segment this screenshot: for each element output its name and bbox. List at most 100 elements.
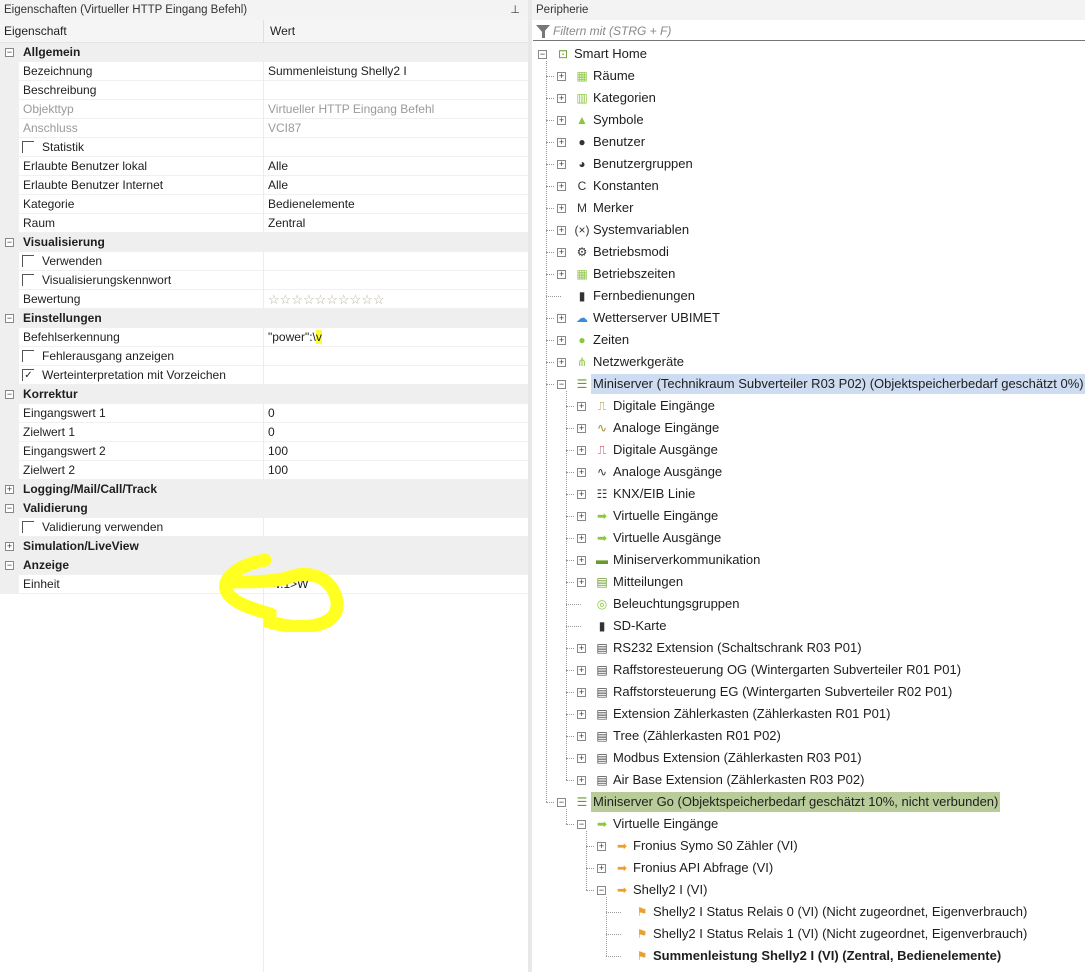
tree-item[interactable]: ▮ SD-Karte [532, 615, 1085, 637]
expand-icon[interactable]: + [577, 534, 586, 543]
property-row[interactable]: ✓ Werteinterpretation mit Vorzeichen [0, 366, 528, 385]
expand-icon[interactable]: + [557, 204, 566, 213]
tree-item[interactable]: − ☰ Miniserver (Technikraum Subverteiler R… [532, 373, 1085, 395]
expand-icon[interactable]: + [597, 842, 606, 851]
property-value[interactable]: Alle [268, 176, 288, 195]
property-row[interactable]: Erlaubte Benutzer Internet Alle [0, 176, 528, 195]
expand-icon[interactable]: + [557, 270, 566, 279]
tree-item[interactable]: + ⎍ Digitale Ausgänge [532, 439, 1085, 461]
tree-item[interactable]: ⚑ Shelly2 I Status Relais 0 (VI) (Nicht z… [532, 901, 1085, 923]
pin-icon[interactable]: ⊥ [510, 0, 520, 20]
tree-item[interactable]: + ∿ Analoge Eingänge [532, 417, 1085, 439]
property-row[interactable]: Eingangswert 2 100 [0, 442, 528, 461]
expand-icon[interactable]: + [557, 226, 566, 235]
rating-stars[interactable]: ☆☆☆☆☆☆☆☆☆☆ [268, 290, 385, 309]
property-value[interactable]: Alle [268, 157, 288, 176]
property-row[interactable]: Verwenden [0, 252, 528, 271]
checkbox[interactable] [22, 141, 34, 153]
expand-icon[interactable]: + [557, 248, 566, 257]
checkbox[interactable]: ✓ [22, 369, 34, 381]
property-row[interactable]: Zielwert 2 100 [0, 461, 528, 480]
expand-icon[interactable]: + [577, 402, 586, 411]
property-value[interactable]: Summenleistung Shelly2 I [268, 62, 407, 81]
collapse-icon[interactable]: − [5, 48, 14, 57]
expand-icon[interactable]: + [557, 336, 566, 345]
expand-icon[interactable]: + [577, 578, 586, 587]
expand-icon[interactable]: + [577, 644, 586, 653]
property-row[interactable]: Anschluss VCI87 [0, 119, 528, 138]
tree-item[interactable]: + ▤ Raffstorsteuerung EG (Wintergarten Sub… [532, 681, 1085, 703]
collapse-icon[interactable]: − [557, 798, 566, 807]
tree-item[interactable]: + ⎍ Digitale Eingänge [532, 395, 1085, 417]
property-value[interactable]: Zentral [268, 214, 305, 233]
expand-icon[interactable]: + [557, 314, 566, 323]
checkbox[interactable] [22, 255, 34, 267]
tree-item[interactable]: + ▥ Kategorien [532, 87, 1085, 109]
property-category[interactable]: + Simulation/LiveView [0, 537, 528, 556]
property-value[interactable]: 0 [268, 423, 275, 442]
collapse-icon[interactable]: − [538, 50, 547, 59]
expand-icon[interactable]: + [557, 72, 566, 81]
expand-icon[interactable]: + [577, 688, 586, 697]
expand-icon[interactable]: + [577, 754, 586, 763]
tree-item[interactable]: + ● Zeiten [532, 329, 1085, 351]
property-row[interactable]: Befehlserkennung "power":\v [0, 328, 528, 347]
expand-icon[interactable]: + [557, 116, 566, 125]
expand-icon[interactable]: + [5, 485, 14, 494]
tree-item[interactable]: + ☁ Wetterserver UBIMET [532, 307, 1085, 329]
checkbox[interactable] [22, 521, 34, 533]
property-category[interactable]: − Anzeige [0, 556, 528, 575]
collapse-icon[interactable]: − [5, 504, 14, 513]
tree-item[interactable]: + ⚙ Betriebsmodi [532, 241, 1085, 263]
property-category[interactable]: − Korrektur [0, 385, 528, 404]
tree-item[interactable]: + ▤ Tree (Zählerkasten R01 P02) [532, 725, 1085, 747]
property-row[interactable]: Raum Zentral [0, 214, 528, 233]
tree-item[interactable]: + ▦ Räume [532, 65, 1085, 87]
property-row[interactable]: Erlaubte Benutzer lokal Alle [0, 157, 528, 176]
tree-item[interactable]: ⚑ Shelly2 I Status Relais 1 (VI) (Nicht z… [532, 923, 1085, 945]
tree-item[interactable]: + M Merker [532, 197, 1085, 219]
expand-icon[interactable]: + [577, 666, 586, 675]
property-row[interactable]: Visualisierungskennwort [0, 271, 528, 290]
property-value[interactable]: 0 [268, 404, 275, 423]
tree-item[interactable]: + (×) Systemvariablen [532, 219, 1085, 241]
property-row[interactable]: Validierung verwenden [0, 518, 528, 537]
property-value[interactable]: Bedienelemente [268, 195, 355, 214]
collapse-icon[interactable]: − [597, 886, 606, 895]
collapse-icon[interactable]: − [5, 314, 14, 323]
expand-icon[interactable]: + [557, 358, 566, 367]
expand-icon[interactable]: + [577, 512, 586, 521]
expand-icon[interactable]: + [557, 94, 566, 103]
collapse-icon[interactable]: − [577, 820, 586, 829]
expand-icon[interactable]: + [557, 138, 566, 147]
filter-input[interactable] [553, 22, 1073, 40]
property-row[interactable]: Fehlerausgang anzeigen [0, 347, 528, 366]
tree-item[interactable]: + ▦ Betriebszeiten [532, 263, 1085, 285]
collapse-icon[interactable]: − [5, 561, 14, 570]
tree-item[interactable]: + ▤ Mitteilungen [532, 571, 1085, 593]
property-value[interactable]: <v.1>W [268, 575, 308, 594]
property-category[interactable]: + Logging/Mail/Call/Track [0, 480, 528, 499]
tree-item[interactable]: − ➡ Virtuelle Eingänge [532, 813, 1085, 835]
column-value[interactable]: Wert [270, 20, 295, 43]
tree-item[interactable]: − ➡ Shelly2 I (VI) [532, 879, 1085, 901]
expand-icon[interactable]: + [577, 732, 586, 741]
tree-item[interactable]: + ▤ Air Base Extension (Zählerkasten R03 P… [532, 769, 1085, 791]
tree-item[interactable]: ◎ Beleuchtungsgruppen [532, 593, 1085, 615]
tree-item[interactable]: ⚑ Summenleistung Shelly2 I (VI) (Zentral,… [532, 945, 1085, 967]
tree-item[interactable]: + ▲ Symbole [532, 109, 1085, 131]
tree-item[interactable]: + C Konstanten [532, 175, 1085, 197]
tree-item[interactable]: − ⊡ Smart Home [532, 43, 1085, 65]
expand-icon[interactable]: + [577, 710, 586, 719]
tree-item[interactable]: + ▤ Raffstoresteuerung OG (Wintergarten Su… [532, 659, 1085, 681]
expand-icon[interactable]: + [5, 542, 14, 551]
property-row[interactable]: Zielwert 1 0 [0, 423, 528, 442]
property-category[interactable]: − Visualisierung [0, 233, 528, 252]
property-value[interactable]: 100 [268, 461, 288, 480]
tree-item[interactable]: + ➡ Fronius API Abfrage (VI) [532, 857, 1085, 879]
tree-item[interactable]: + ➡ Fronius Symo S0 Zähler (VI) [532, 835, 1085, 857]
property-row[interactable]: Kategorie Bedienelemente [0, 195, 528, 214]
tree-item[interactable]: + ⋔ Netzwerkgeräte [532, 351, 1085, 373]
expand-icon[interactable]: + [577, 556, 586, 565]
tree-item[interactable]: + ➡ Virtuelle Eingänge [532, 505, 1085, 527]
